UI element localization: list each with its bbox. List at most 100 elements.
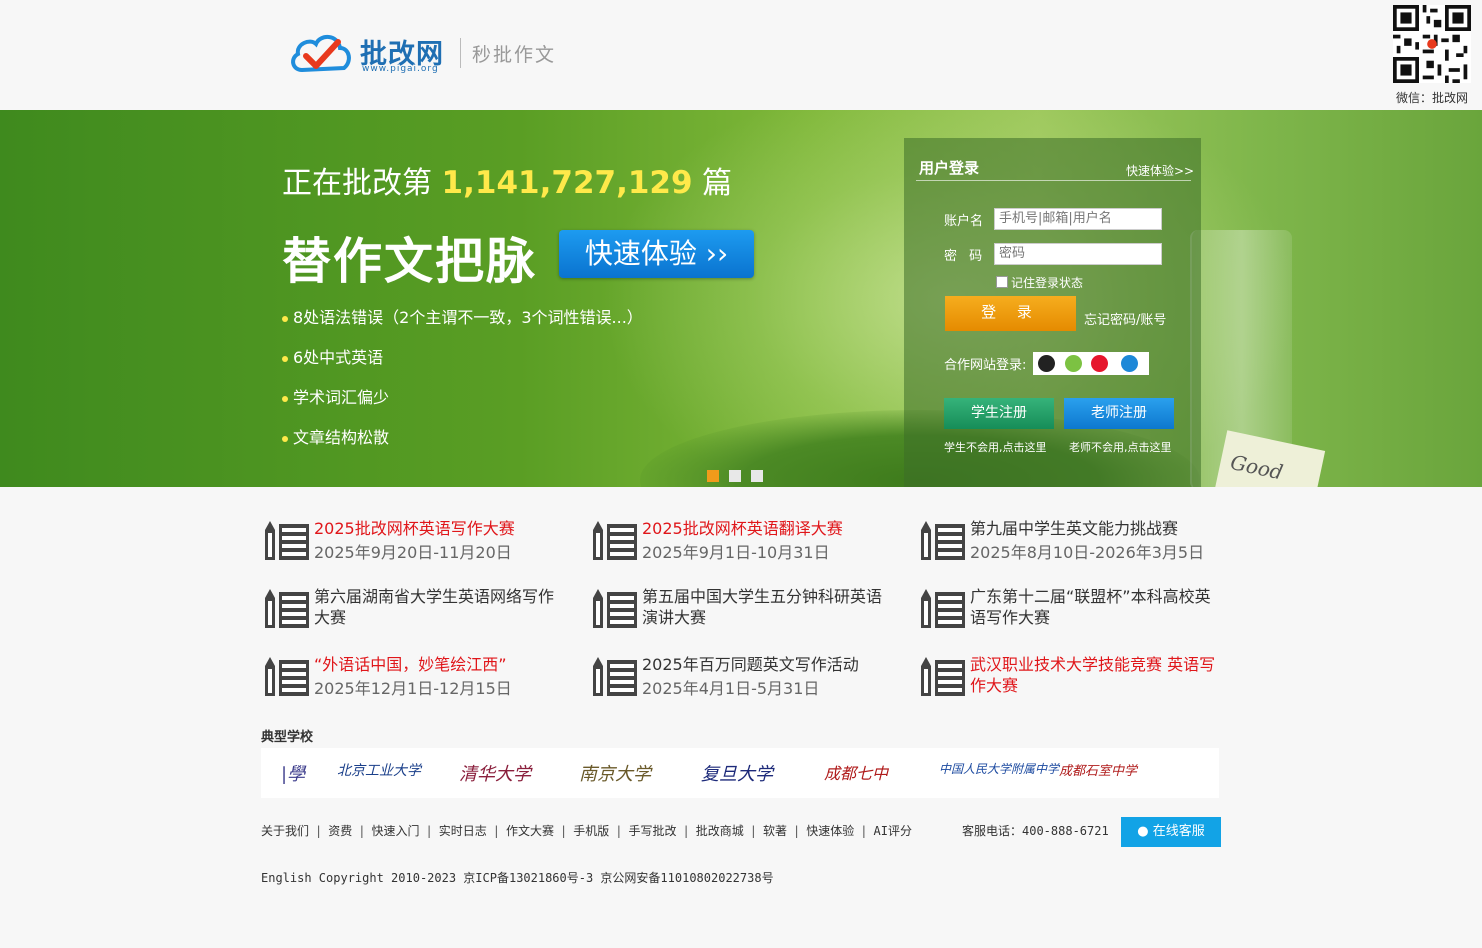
login-title: 用户登录: [919, 159, 980, 177]
online-service-button[interactable]: ● 在线客服: [1121, 817, 1221, 847]
contest-date: 2025年9月1日-10月31日: [642, 543, 830, 562]
school-logo[interactable]: 中国人民大学附属中学: [939, 760, 1059, 777]
contest-name[interactable]: 第五届中国大学生五分钟科研英语演讲大赛: [642, 586, 892, 628]
contest-item[interactable]: 2025批改网杯英语写作大赛 2025年9月20日-11月20日: [262, 518, 562, 568]
login-quick-try-link[interactable]: 快速体验>>: [1126, 162, 1194, 179]
contest-name[interactable]: 2025批改网杯英语写作大赛: [314, 518, 564, 539]
contest-item[interactable]: 2025年百万同题英文写作活动 2025年4月1日-5月31日: [590, 654, 890, 704]
contest-name[interactable]: “外语话中国，妙笔绘江西”: [314, 654, 564, 675]
wechat-qr-code: [1393, 5, 1471, 83]
footer-separator: |: [425, 824, 433, 838]
online-service-label: 在线客服: [1152, 824, 1205, 839]
remember-label: 记住登录状态: [1011, 276, 1084, 290]
footer-link[interactable]: 快速体验: [806, 824, 854, 838]
footer-link[interactable]: 软著: [763, 824, 787, 838]
contest-pencil-list-icon: [921, 657, 965, 696]
password-label: 密 码: [944, 249, 987, 264]
footer-link[interactable]: 手机版: [573, 824, 609, 838]
contest-pencil-list-icon: [265, 657, 309, 696]
brand-url: www.pigai.org: [362, 64, 439, 74]
footer-separator: |: [315, 824, 323, 838]
contest-item[interactable]: 2025批改网杯英语翻译大赛 2025年9月1日-10月31日: [590, 518, 890, 568]
student-register-button[interactable]: 学生注册: [944, 398, 1054, 429]
feature-bullet: 8处语法错误（2个主谓不一致，3个词性错误...）: [282, 304, 643, 328]
copyright: English Copyright 2010-2023 京ICP备1302186…: [261, 871, 774, 885]
contest-item[interactable]: 第五届中国大学生五分钟科研英语演讲大赛: [590, 586, 890, 636]
login-button[interactable]: 登 录: [945, 296, 1076, 331]
contest-item[interactable]: 广东第十二届“联盟杯”本科高校英语写作大赛: [918, 586, 1218, 636]
account-label: 账户名: [944, 214, 984, 229]
counter-prefix: 正在批改第: [282, 166, 432, 201]
school-logo[interactable]: 北京工业大学: [337, 760, 421, 780]
header: 批改网 www.pigai.org 秒批作文 微信：批改网: [0, 0, 1482, 110]
site-logo[interactable]: 批改网 www.pigai.org 秒批作文: [288, 30, 568, 78]
contest-name[interactable]: 武汉职业技术大学技能竞赛 英语写作大赛: [970, 654, 1220, 696]
school-logo[interactable]: 成都石室中学: [1059, 760, 1137, 779]
contest-name[interactable]: 第九届中学生英文能力挑战赛: [970, 518, 1220, 539]
password-input[interactable]: 密码: [994, 243, 1162, 265]
footer-separator: |: [358, 824, 366, 838]
school-logo-partial: |學: [281, 764, 306, 785]
login-panel: 用户登录 快速体验>> 账户名 手机号|邮箱|用户名 密 码 密码 记住登录状态…: [904, 138, 1201, 487]
footer-link[interactable]: 实时日志: [439, 824, 487, 838]
contest-name[interactable]: 2025年百万同题英文写作活动: [642, 654, 892, 675]
footer-link[interactable]: 批改商城: [696, 824, 744, 838]
footer-link[interactable]: 手写批改: [629, 824, 677, 838]
footer-link[interactable]: 作文大赛: [506, 824, 554, 838]
forgot-password-link[interactable]: 忘记密码/账号: [1084, 309, 1166, 328]
service-hotline: 客服电话：400-888-6721: [962, 824, 1109, 838]
qq-icon[interactable]: [1038, 355, 1055, 372]
footer-link[interactable]: 资费: [328, 824, 352, 838]
partner-login-label: 合作网站登录:: [944, 358, 1027, 373]
carousel-dot-3[interactable]: [751, 470, 763, 482]
school-logo[interactable]: 清华大学: [459, 760, 531, 786]
weibo-icon[interactable]: [1091, 355, 1108, 372]
feature-bullet: 文章结构松散: [282, 424, 389, 448]
student-help-link[interactable]: 学生不会用,点击这里: [944, 439, 1047, 455]
contest-name[interactable]: 广东第十二届“联盟杯”本科高校英语写作大赛: [970, 586, 1220, 628]
contest-pencil-list-icon: [265, 521, 309, 560]
remember-checkbox[interactable]: [996, 276, 1008, 288]
school-logo[interactable]: 成都七中: [824, 760, 888, 784]
teacher-register-button[interactable]: 老师注册: [1064, 398, 1174, 429]
quick-try-button[interactable]: 快速体验 ››: [559, 230, 754, 278]
banner-note-text: Good: [1228, 449, 1286, 485]
wechat-icon[interactable]: [1065, 355, 1082, 372]
footer-link[interactable]: 关于我们: [261, 824, 309, 838]
contest-date: 2025年4月1日-5月31日: [642, 679, 820, 698]
footer-separator: |: [560, 824, 568, 838]
contest-item[interactable]: 第九届中学生英文能力挑战赛 2025年8月10日-2026年3月5日: [918, 518, 1218, 568]
carousel-dot-1[interactable]: [707, 470, 719, 482]
contest-name[interactable]: 第六届湖南省大学生英语网络写作大赛: [314, 586, 564, 628]
cloud-check-logo-icon: [291, 35, 351, 73]
footer-link[interactable]: AI评分: [874, 824, 912, 838]
feature-bullet: 6处中式英语: [282, 344, 383, 368]
contest-item[interactable]: 第六届湖南省大学生英语网络写作大赛: [262, 586, 562, 636]
brand-slogan: 秒批作文: [472, 44, 557, 66]
other-login-icon[interactable]: [1121, 355, 1138, 372]
feature-bullet: 学术词汇偏少: [282, 384, 389, 408]
login-divider: [916, 180, 1191, 181]
contest-pencil-list-icon: [593, 521, 637, 560]
footer-link[interactable]: 快速入门: [372, 824, 420, 838]
counter-value: 1,141,727,129: [441, 165, 693, 201]
remember-me[interactable]: 记住登录状态: [996, 274, 1083, 291]
carousel-dot-2[interactable]: [729, 470, 741, 482]
contest-date: 2025年12月1日-12月15日: [314, 679, 512, 698]
contest-name[interactable]: 2025批改网杯英语翻译大赛: [642, 518, 892, 539]
contest-pencil-list-icon: [921, 521, 965, 560]
schools-title: 典型学校: [261, 730, 314, 745]
partner-login-icons: [1033, 352, 1149, 375]
footer-separator: |: [860, 824, 868, 838]
account-input[interactable]: 手机号|邮箱|用户名: [994, 208, 1162, 230]
contest-item[interactable]: 武汉职业技术大学技能竞赛 英语写作大赛: [918, 654, 1218, 704]
counter-suffix: 篇: [702, 166, 733, 201]
school-logo[interactable]: 南京大学: [579, 760, 651, 786]
teacher-help-link[interactable]: 老师不会用,点击这里: [1069, 439, 1172, 455]
hero-headline: 替作文把脉: [282, 233, 538, 290]
footer-separator: |: [492, 824, 500, 838]
footer-separator: |: [793, 824, 801, 838]
contest-item[interactable]: “外语话中国，妙笔绘江西” 2025年12月1日-12月15日: [262, 654, 562, 704]
chat-icon: ●: [1137, 824, 1149, 839]
school-logo[interactable]: 复旦大学: [701, 760, 773, 786]
